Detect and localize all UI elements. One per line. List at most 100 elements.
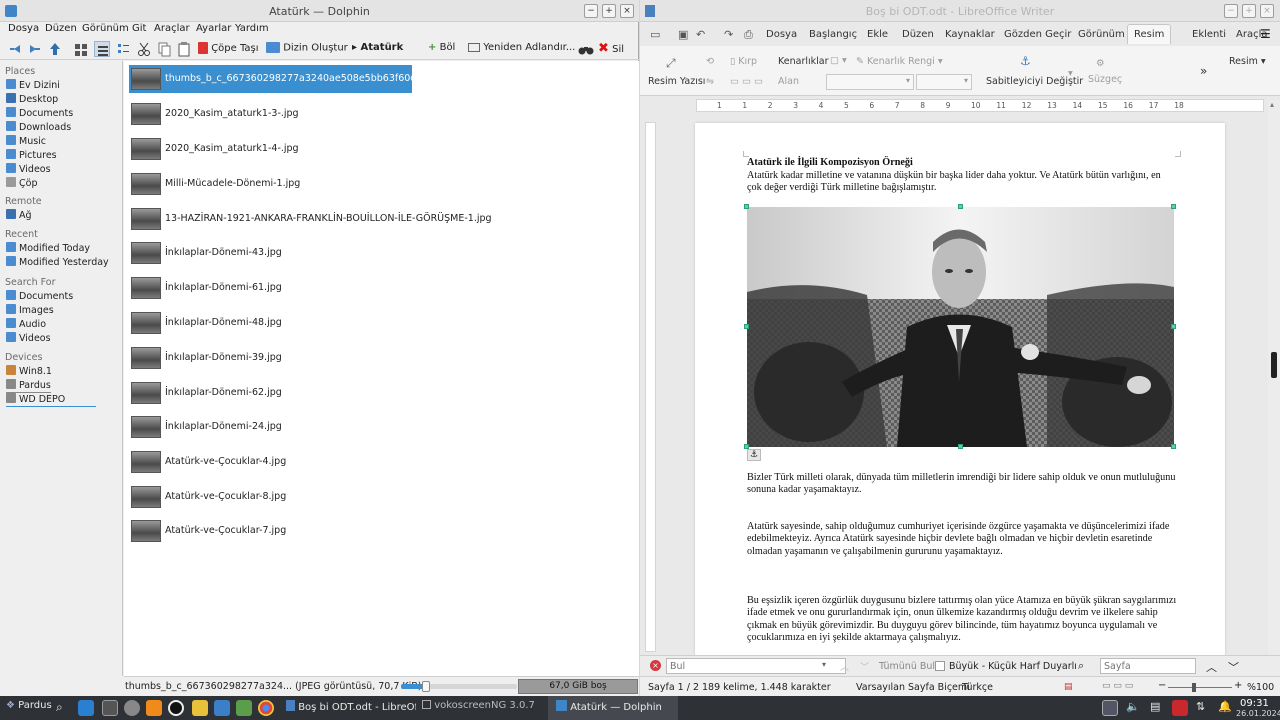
file-row[interactable]: İnkılaplar-Dönemi-24.jpg	[129, 413, 419, 441]
ataturk-photo[interactable]: ⚓	[744, 204, 1176, 461]
volume-icon[interactable]: 🔈	[1126, 700, 1140, 716]
recent-yesterday[interactable]: Modified Yesterday	[6, 256, 109, 270]
redo-icon[interactable]: ↷	[724, 28, 733, 41]
place-pictures[interactable]: Pictures	[6, 149, 57, 163]
view-layout-icon[interactable]: ▭ ▭ ▭	[1102, 681, 1133, 691]
search-audio[interactable]: Audio	[6, 318, 46, 332]
tab-baslangic[interactable]: Başlangıç	[809, 29, 857, 40]
page-up-icon[interactable]: ︿	[1206, 659, 1217, 675]
search-icon[interactable]: ⌕	[1078, 659, 1084, 673]
file-list[interactable]: thumbs_b_c_667360298277a3240ae508e5bb63f…	[124, 61, 639, 676]
file-manager-icon[interactable]	[78, 700, 94, 716]
file-row[interactable]: thumbs_b_c_667360298277a3240ae508e5bb63f…	[129, 65, 434, 93]
document-page[interactable]: Atatürk ile İlgili Kompozisyon Örneği At…	[695, 123, 1225, 655]
vertical-scrollbar[interactable]: ▴	[1268, 100, 1280, 655]
file-row[interactable]: İnkılaplar-Dönemi-62.jpg	[129, 379, 419, 407]
new-doc-icon[interactable]: ▭	[650, 28, 660, 41]
filter-icon[interactable]: ⚙	[1096, 58, 1105, 69]
place-videos[interactable]: Videos	[6, 163, 51, 177]
writer-icon[interactable]	[214, 700, 230, 716]
page-down-icon[interactable]: ﹀	[1228, 659, 1239, 675]
tab-gozden-gecir[interactable]: Gözden Geçir	[1004, 29, 1071, 40]
terminal-icon[interactable]	[102, 700, 118, 716]
device-wd-depo[interactable]: WD DEPO	[6, 393, 96, 407]
resize-handle[interactable]	[744, 324, 749, 329]
calc-icon[interactable]	[236, 700, 252, 716]
icons-view-icon[interactable]	[74, 41, 88, 57]
doc-heading[interactable]: Atatürk ile İlgili Kompozisyon Örneği	[747, 157, 1177, 169]
file-row[interactable]: Atatürk-ve-Çocuklar-8.jpg	[129, 483, 419, 511]
horizontal-ruler[interactable]: 1 1 2 3 4 5 6 7 8 9 10 11 12 13 14 15 16 17 18	[696, 99, 1264, 112]
location-breadcrumb[interactable]: ▸ Atatürk	[352, 42, 403, 58]
rename-button[interactable]: Yeniden Adlandır...	[468, 42, 575, 58]
find-prev-icon[interactable]: ︿	[840, 660, 849, 673]
anchor-dropdown-icon[interactable]: ▾	[1068, 68, 1073, 79]
place-music[interactable]: Music	[6, 135, 46, 149]
resize-handle[interactable]	[1171, 204, 1176, 209]
close-button[interactable]: ×	[620, 4, 634, 18]
paste-icon[interactable]	[177, 41, 191, 57]
find-all-button[interactable]: Tümünü Bul	[879, 661, 935, 672]
find-next-icon[interactable]: ﹀	[860, 660, 869, 673]
task-writer[interactable]: Boş bi ODT.odt - LibreOf...	[286, 700, 416, 716]
borders-dropdown[interactable]: ▢ ▾	[830, 55, 847, 66]
vertical-ruler[interactable]	[645, 122, 656, 652]
scrollbar-thumb[interactable]	[1271, 352, 1277, 378]
image-tools-icon[interactable]: ▭ ▭ ▭	[730, 76, 763, 87]
zoom-slider[interactable]	[401, 681, 517, 692]
tab-gorunum[interactable]: Görünüm	[1078, 29, 1125, 40]
file-row[interactable]: İnkılaplar-Dönemi-43.jpg	[129, 239, 419, 267]
scroll-up-icon[interactable]: ▴	[1270, 100, 1274, 109]
clock-date[interactable]: 26.01.2024	[1236, 709, 1280, 718]
notification-bell-icon[interactable]: 🔔	[1218, 700, 1232, 716]
writer-maximize-button[interactable]: +	[1242, 4, 1256, 18]
file-row[interactable]: 2020_Kasim_ataturk1-4-.jpg	[129, 135, 419, 163]
resize-handle[interactable]	[958, 204, 963, 209]
language[interactable]: Türkçe	[962, 682, 993, 693]
place-downloads[interactable]: Downloads	[6, 121, 71, 135]
cut-icon[interactable]	[137, 41, 151, 57]
menu-ayarlar[interactable]: Ayarlar	[196, 23, 231, 34]
print-icon[interactable]: ⎙	[744, 28, 753, 42]
text-editor-icon[interactable]	[192, 700, 208, 716]
tab-ekle[interactable]: Ekle	[867, 29, 888, 40]
place-home[interactable]: Ev Dizini	[6, 79, 60, 93]
doc-paragraph-3[interactable]: Bu eşsizlik içeren özgürlük duygusunu bi…	[747, 595, 1177, 645]
delete-button[interactable]: ✖ Sil	[598, 41, 624, 57]
search-videos[interactable]: Videos	[6, 332, 51, 346]
search-icon[interactable]: ⌕	[56, 700, 63, 716]
writer-close-button[interactable]: ×	[1260, 4, 1274, 18]
menu-yardim[interactable]: Yardım	[235, 23, 269, 34]
page-count[interactable]: Sayfa 1 / 2	[648, 682, 699, 693]
start-menu-button[interactable]: ❖ Pardus	[6, 700, 52, 716]
area-style-combo[interactable]: ▾	[916, 74, 972, 90]
doc-paragraph-2[interactable]: Atatürk sayesinde, sahip olduğumuz cumhu…	[747, 521, 1177, 558]
image-menu-button[interactable]: Resim ▾	[1229, 56, 1266, 67]
zoom-slider[interactable]	[1168, 687, 1232, 688]
filter-button[interactable]: Süzgeç	[1088, 74, 1122, 85]
doc-paragraph-1[interactable]: Bizler Türk milleti olarak, dünyada tüm …	[747, 472, 1177, 497]
file-row[interactable]: İnkılaplar-Dönemi-39.jpg	[129, 344, 419, 372]
copy-icon[interactable]	[157, 41, 171, 57]
network-status-icon[interactable]: ⇅	[1196, 700, 1205, 716]
zoom-slider-handle[interactable]	[1192, 683, 1196, 692]
recording-icon[interactable]	[1172, 700, 1188, 716]
save-icon[interactable]: ▣	[678, 28, 688, 41]
search-documents[interactable]: Documents	[6, 290, 73, 304]
zoom-level[interactable]: %100	[1247, 682, 1274, 693]
vlc-icon[interactable]	[146, 700, 162, 716]
up-icon[interactable]	[48, 41, 62, 57]
flip-icon[interactable]: ⇋	[706, 76, 714, 87]
task-dolphin[interactable]: Atatürk — Dolphin	[548, 696, 678, 720]
place-documents[interactable]: Documents	[6, 107, 73, 121]
desktop-switcher-icon[interactable]	[1102, 700, 1118, 716]
back-icon[interactable]	[8, 41, 22, 57]
zoom-out-icon[interactable]: −	[1158, 680, 1166, 691]
resize-handle[interactable]	[1171, 324, 1176, 329]
undo-icon[interactable]: ↶	[696, 28, 705, 41]
task-vokoscreen[interactable]: vokoscreenNG 3.0.7	[422, 700, 535, 716]
tab-resim[interactable]: Resim	[1127, 24, 1172, 44]
new-folder-button[interactable]: Dizin Oluştur	[266, 42, 348, 58]
writer-minimize-button[interactable]: −	[1224, 4, 1238, 18]
menu-araclar[interactable]: Araçlar	[154, 23, 190, 34]
